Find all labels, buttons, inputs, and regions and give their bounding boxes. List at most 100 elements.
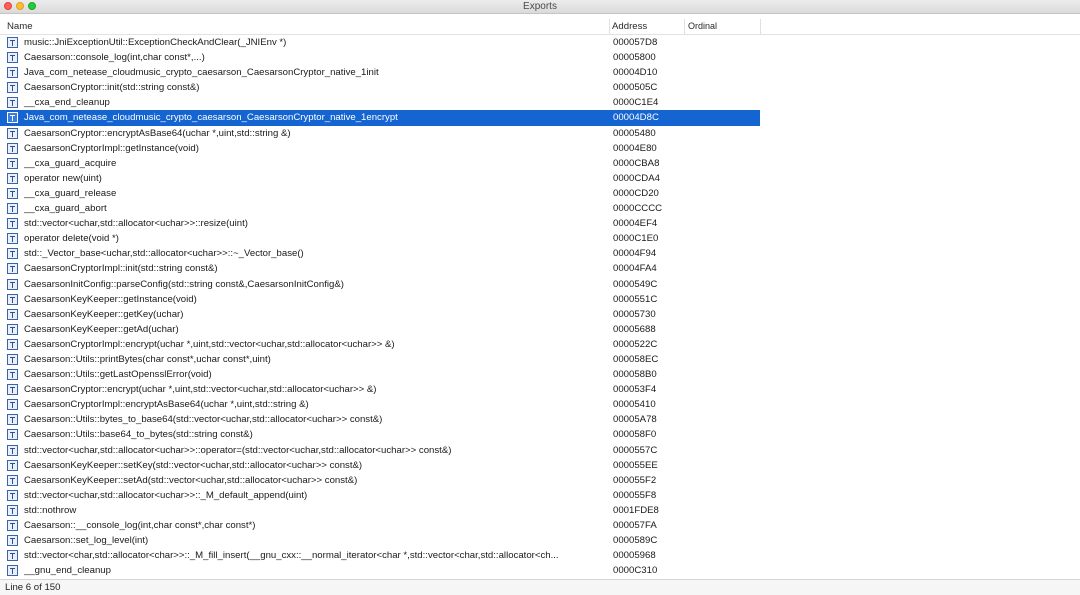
export-name: CaesarsonCryptor::init(std::string const… bbox=[24, 82, 200, 94]
function-icon bbox=[7, 187, 18, 199]
table-row[interactable]: Caesarson::set_log_level(int) 0000589C bbox=[0, 533, 1080, 548]
table-row[interactable]: Caesarson::Utils::getLastOpensslError(vo… bbox=[0, 367, 1080, 382]
function-icon bbox=[7, 550, 18, 562]
table-row[interactable]: operator delete(void *) 0000C1E0 bbox=[0, 231, 1080, 246]
table-row[interactable]: __cxa_guard_acquire 0000CBA8 bbox=[0, 156, 1080, 171]
export-address: 00005688 bbox=[613, 323, 656, 335]
function-icon bbox=[7, 399, 18, 411]
table-row[interactable]: __gnu_end_cleanup 0000C310 bbox=[0, 563, 1080, 578]
function-icon bbox=[7, 338, 18, 350]
table-row[interactable]: Caesarson::console_log(int,char const*,.… bbox=[0, 50, 1080, 65]
window-title: Exports bbox=[523, 1, 557, 12]
export-address: 000057D8 bbox=[613, 37, 658, 48]
table-row[interactable]: CaesarsonKeyKeeper::setKey(std::vector<u… bbox=[0, 458, 1080, 473]
export-address: 000058EC bbox=[613, 353, 659, 365]
table-row[interactable]: std::nothrow 0001FDE8 bbox=[0, 503, 1080, 518]
export-address: 00005480 bbox=[613, 127, 656, 139]
table-row[interactable]: CaesarsonKeyKeeper::getAd(uchar) 00005688 bbox=[0, 322, 1080, 337]
table-row[interactable]: __cxa_guard_abort 0000CCCC bbox=[0, 201, 1080, 216]
table-row[interactable]: CaesarsonCryptorImpl::encryptAsBase64(uc… bbox=[0, 397, 1080, 412]
export-address: 00004D10 bbox=[613, 67, 658, 79]
table-row[interactable]: CaesarsonCryptorImpl::getInstance(void) 0… bbox=[0, 141, 1080, 156]
table-row[interactable]: std::vector<uchar,std::allocator<uchar>>… bbox=[0, 443, 1080, 458]
table-row[interactable]: CaesarsonCryptor::init(std::string const… bbox=[0, 80, 1080, 95]
export-name: CaesarsonCryptorImpl::encryptAsBase64(uc… bbox=[24, 399, 309, 411]
function-icon bbox=[7, 369, 18, 381]
export-address: 0000505C bbox=[613, 82, 658, 94]
export-address: 0000C310 bbox=[613, 565, 658, 577]
exports-table: music::JniExceptionUtil::ExceptionCheckA… bbox=[0, 35, 1080, 579]
table-row[interactable]: CaesarsonInitConfig::parseConfig(std::st… bbox=[0, 277, 1080, 292]
table-row[interactable]: Java_com_netease_cloudmusic_crypto_caesa… bbox=[0, 65, 1080, 80]
table-row[interactable]: Caesarson::Utils::base64_to_bytes(std::s… bbox=[0, 427, 1080, 442]
column-header-name[interactable]: Name bbox=[7, 20, 607, 32]
export-name: CaesarsonKeyKeeper::setAd(std::vector<uc… bbox=[24, 474, 358, 486]
function-icon bbox=[7, 203, 18, 215]
function-icon bbox=[7, 293, 18, 305]
function-icon bbox=[7, 444, 18, 456]
status-text: Line 6 of 150 bbox=[5, 582, 61, 593]
table-row[interactable]: CaesarsonCryptor::encrypt(uchar *,uint,s… bbox=[0, 382, 1080, 397]
function-icon bbox=[7, 323, 18, 335]
export-address: 000053F4 bbox=[613, 384, 657, 396]
export-name: __cxa_guard_acquire bbox=[24, 157, 117, 169]
export-address: 00005968 bbox=[613, 550, 656, 562]
table-row[interactable]: Java_com_netease_cloudmusic_crypto_caesa… bbox=[0, 110, 1080, 126]
column-header-address[interactable]: Address bbox=[612, 20, 682, 32]
function-icon bbox=[7, 112, 18, 124]
export-address: 0000C1E0 bbox=[613, 233, 659, 245]
export-address: 0000589C bbox=[613, 535, 658, 547]
table-row[interactable]: CaesarsonCryptorImpl::init(std::string c… bbox=[0, 261, 1080, 276]
export-name: CaesarsonKeyKeeper::setKey(std::vector<u… bbox=[24, 459, 363, 471]
table-row[interactable]: CaesarsonCryptor::encryptAsBase64(uchar … bbox=[0, 126, 1080, 141]
export-name: std::nothrow bbox=[24, 504, 77, 516]
table-row[interactable]: __cxa_guard_release 0000CD20 bbox=[0, 186, 1080, 201]
table-row[interactable]: std::vector<uchar,std::allocator<uchar>>… bbox=[0, 488, 1080, 503]
exports-window: Exports Name Address Ordinal music::JniE… bbox=[0, 0, 1080, 595]
export-name: Caesarson::console_log(int,char const*,.… bbox=[24, 52, 205, 64]
function-icon bbox=[7, 414, 18, 426]
function-icon bbox=[7, 218, 18, 230]
table-row[interactable]: std::vector<char,std::allocator<char>>::… bbox=[0, 548, 1080, 563]
table-row[interactable]: music::JniExceptionUtil::ExceptionCheckA… bbox=[0, 35, 1080, 50]
function-icon bbox=[7, 142, 18, 154]
export-name: CaesarsonCryptorImpl::getInstance(void) bbox=[24, 142, 199, 154]
export-name: std::vector<uchar,std::allocator<uchar>>… bbox=[24, 489, 308, 501]
column-divider[interactable] bbox=[684, 19, 685, 34]
function-icon bbox=[7, 308, 18, 320]
export-address: 0000CCCC bbox=[613, 203, 663, 215]
function-icon bbox=[7, 474, 18, 486]
export-address: 00004F94 bbox=[613, 248, 657, 260]
export-name: CaesarsonCryptorImpl::init(std::string c… bbox=[24, 263, 218, 275]
export-name: music::JniExceptionUtil::ExceptionCheckA… bbox=[24, 37, 287, 48]
export-name: CaesarsonCryptor::encryptAsBase64(uchar … bbox=[24, 127, 291, 139]
export-name: Caesarson::Utils::bytes_to_base64(std::v… bbox=[24, 414, 383, 426]
table-row[interactable]: CaesarsonCryptorImpl::encrypt(uchar *,ui… bbox=[0, 337, 1080, 352]
export-address: 000058F0 bbox=[613, 429, 657, 441]
export-address: 0000549C bbox=[613, 278, 658, 290]
table-row[interactable]: operator new(uint) 0000CDA4 bbox=[0, 171, 1080, 186]
export-name: CaesarsonKeyKeeper::getInstance(void) bbox=[24, 293, 197, 305]
function-icon bbox=[7, 535, 18, 547]
function-icon bbox=[7, 353, 18, 365]
export-address: 00004E80 bbox=[613, 142, 657, 154]
column-header-ordinal[interactable]: Ordinal bbox=[688, 21, 758, 33]
table-row[interactable]: CaesarsonKeyKeeper::getKey(uchar) 0000573… bbox=[0, 307, 1080, 322]
function-icon bbox=[7, 429, 18, 441]
export-name: Caesarson::Utils::getLastOpensslError(vo… bbox=[24, 369, 212, 381]
export-address: 000055F8 bbox=[613, 489, 657, 501]
export-name: CaesarsonKeyKeeper::getKey(uchar) bbox=[24, 308, 184, 320]
table-row[interactable]: Caesarson::Utils::bytes_to_base64(std::v… bbox=[0, 412, 1080, 427]
export-name: __cxa_end_cleanup bbox=[24, 97, 110, 109]
table-row[interactable]: CaesarsonKeyKeeper::getInstance(void) 000… bbox=[0, 292, 1080, 307]
export-address: 00004FA4 bbox=[613, 263, 657, 275]
table-row[interactable]: Caesarson::__console_log(int,char const*… bbox=[0, 518, 1080, 533]
table-row[interactable]: Caesarson::Utils::printBytes(char const*… bbox=[0, 352, 1080, 367]
table-row[interactable]: CaesarsonKeyKeeper::setAd(std::vector<uc… bbox=[0, 473, 1080, 488]
table-row[interactable]: std::_Vector_base<uchar,std::allocator<u… bbox=[0, 246, 1080, 261]
table-row[interactable]: std::vector<uchar,std::allocator<uchar>>… bbox=[0, 216, 1080, 231]
table-row[interactable]: __cxa_end_cleanup 0000C1E4 bbox=[0, 95, 1080, 110]
column-divider[interactable] bbox=[760, 19, 761, 34]
column-divider[interactable] bbox=[609, 19, 610, 34]
export-address: 00004D8C bbox=[613, 112, 659, 124]
